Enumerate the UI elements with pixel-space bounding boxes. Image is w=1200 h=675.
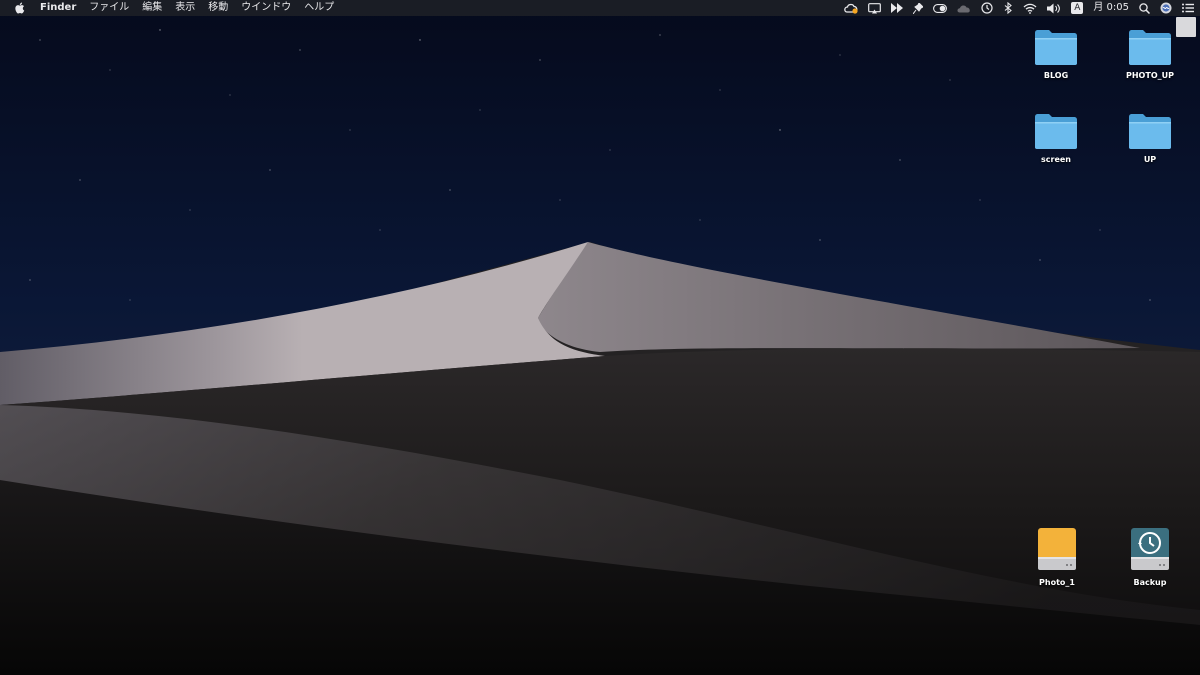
folder-icon [1129, 114, 1171, 149]
menu-edit[interactable]: 編集 [142, 0, 162, 16]
folder-label: screen [1041, 155, 1071, 164]
menu-bar: Finder ファイル 編集 表示 移動 ウインドウ ヘルプ A 月 0:05 [0, 0, 1200, 16]
folder-label: UP [1143, 155, 1157, 164]
external-drive-icon [1038, 528, 1076, 570]
desktop-folder-screen[interactable]: screen [1016, 112, 1096, 164]
drive-label: Backup [1133, 578, 1167, 587]
creative-cloud-icon[interactable] [844, 0, 858, 16]
desktop-folder-photo-up[interactable]: PHOTO_UP [1110, 28, 1190, 80]
folder-icon [1129, 30, 1171, 65]
folder-icon [1035, 30, 1077, 65]
screen-mirroring-icon[interactable] [868, 0, 882, 16]
menu-view[interactable]: 表示 [175, 0, 195, 16]
notification-center-icon[interactable] [1182, 0, 1194, 16]
drive-label: Photo_1 [1039, 578, 1075, 587]
folder-label: BLOG [1043, 71, 1069, 80]
time-machine-drive-icon [1131, 528, 1169, 570]
pin-icon[interactable] [913, 0, 924, 16]
fast-forward-icon[interactable] [891, 0, 904, 16]
desktop-drive-backup[interactable]: Backup [1110, 527, 1190, 587]
spotlight-icon[interactable] [1139, 0, 1150, 16]
menu-app-finder[interactable]: Finder [40, 0, 76, 16]
siri-icon[interactable] [1160, 0, 1172, 16]
toggle-icon[interactable] [933, 0, 948, 16]
menu-file[interactable]: ファイル [89, 0, 129, 16]
cloud-icon[interactable] [957, 0, 971, 16]
desktop-folder-up[interactable]: UP [1110, 112, 1190, 164]
desktop-folder-blog[interactable]: BLOG [1016, 28, 1096, 80]
time-machine-icon[interactable] [981, 0, 993, 16]
bluetooth-icon[interactable] [1003, 0, 1013, 16]
volume-icon[interactable] [1047, 0, 1061, 16]
clock[interactable]: 月 0:05 [1093, 0, 1129, 16]
folder-icon [1035, 114, 1077, 149]
menu-help[interactable]: ヘルプ [304, 0, 334, 16]
menu-go[interactable]: 移動 [208, 0, 228, 16]
desktop[interactable]: Finder ファイル 編集 表示 移動 ウインドウ ヘルプ A 月 0:05 … [0, 0, 1200, 675]
menu-bar-right: A 月 0:05 [834, 0, 1194, 16]
input-source-label: A [1071, 2, 1084, 14]
desktop-drive-photo-1[interactable]: Photo_1 [1017, 527, 1097, 587]
folder-label: PHOTO_UP [1126, 71, 1174, 80]
wifi-icon[interactable] [1023, 0, 1037, 16]
menu-bar-left: Finder ファイル 編集 表示 移動 ウインドウ ヘルプ [14, 0, 347, 16]
apple-icon[interactable] [14, 2, 25, 14]
input-source-icon[interactable]: A [1071, 0, 1084, 16]
menu-window[interactable]: ウインドウ [241, 0, 291, 16]
